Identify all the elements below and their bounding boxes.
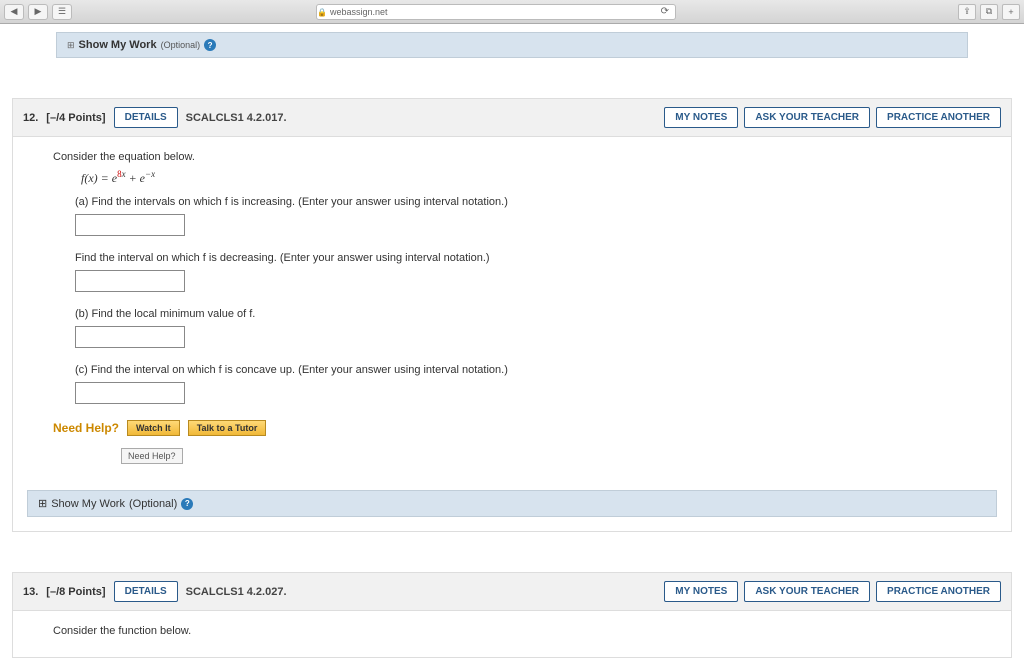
question-intro: Consider the equation below.: [53, 151, 997, 163]
practice-another-button[interactable]: PRACTICE ANOTHER: [876, 107, 1001, 128]
back-button[interactable]: ◀: [4, 4, 24, 20]
practice-another-button[interactable]: PRACTICE ANOTHER: [876, 581, 1001, 602]
show-work-optional: (Optional): [129, 498, 177, 510]
part-a2: Find the interval on which f is decreasi…: [75, 252, 997, 292]
question-points: [–/4 Points]: [46, 112, 105, 124]
sidebar-button[interactable]: ☰: [52, 4, 72, 20]
forward-button[interactable]: ▶: [28, 4, 48, 20]
talk-tutor-button[interactable]: Talk to a Tutor: [188, 420, 267, 436]
question-number: 12.: [23, 112, 38, 124]
need-help-row: Need Help? Watch It Talk to a Tutor: [53, 420, 997, 436]
ask-teacher-button[interactable]: ASK YOUR TEACHER: [744, 107, 870, 128]
need-help-label: Need Help?: [53, 421, 119, 435]
equation: f(x) = e8x + e−x: [81, 169, 997, 186]
show-my-work-bar-q12[interactable]: ⊞ Show My Work (Optional) ?: [27, 490, 997, 517]
help-icon[interactable]: ?: [204, 39, 216, 51]
question-ref: SCALCLS1 4.2.017.: [186, 112, 287, 124]
help-icon[interactable]: ?: [181, 498, 193, 510]
details-button[interactable]: DETAILS: [114, 581, 178, 602]
lock-icon: [317, 7, 327, 17]
browser-toolbar: ◀ ▶ ☰ webassign.net ⇪ ⧉ +: [0, 0, 1024, 24]
part-b-text: (b) Find the local minimum value of f.: [75, 308, 255, 320]
ask-teacher-button[interactable]: ASK YOUR TEACHER: [744, 581, 870, 602]
expand-icon: ⊞: [38, 497, 47, 510]
question-header: 13. [–/8 Points] DETAILS SCALCLS1 4.2.02…: [13, 573, 1011, 611]
url-bar[interactable]: webassign.net: [316, 4, 676, 20]
show-my-work-bar-top[interactable]: ⊞ Show My Work (Optional) ?: [56, 32, 968, 58]
part-b: (b) Find the local minimum value of f.: [75, 308, 997, 348]
my-notes-button[interactable]: MY NOTES: [664, 107, 738, 128]
answer-input-c[interactable]: [75, 382, 185, 404]
question-header: 12. [–/4 Points] DETAILS SCALCLS1 4.2.01…: [13, 99, 1011, 137]
question-body: Consider the function below.: [13, 611, 1011, 657]
tabs-icon[interactable]: ⧉: [980, 4, 998, 20]
share-icon[interactable]: ⇪: [958, 4, 976, 20]
question-12: 12. [–/4 Points] DETAILS SCALCLS1 4.2.01…: [12, 98, 1012, 532]
question-number: 13.: [23, 586, 38, 598]
watch-it-button[interactable]: Watch It: [127, 420, 180, 436]
part-c-text: (c) Find the interval on which f is conc…: [75, 364, 508, 376]
reload-icon[interactable]: [661, 6, 669, 17]
url-text: webassign.net: [330, 7, 388, 17]
expand-icon: ⊞: [67, 40, 75, 51]
need-help-tooltip: Need Help?: [121, 448, 183, 464]
part-a2-text: Find the interval on which f is decreasi…: [75, 252, 490, 264]
question-13: 13. [–/8 Points] DETAILS SCALCLS1 4.2.02…: [12, 572, 1012, 658]
details-button[interactable]: DETAILS: [114, 107, 178, 128]
part-a: (a) Find the intervals on which f is inc…: [75, 196, 997, 236]
show-work-label: Show My Work: [79, 39, 157, 51]
question-intro: Consider the function below.: [53, 625, 997, 637]
answer-input-a2[interactable]: [75, 270, 185, 292]
question-points: [–/8 Points]: [46, 586, 105, 598]
question-body: Consider the equation below. f(x) = e8x …: [13, 137, 1011, 478]
show-work-optional: (Optional): [161, 40, 201, 50]
answer-input-a1[interactable]: [75, 214, 185, 236]
question-ref: SCALCLS1 4.2.027.: [186, 586, 287, 598]
part-c: (c) Find the interval on which f is conc…: [75, 364, 997, 404]
part-a-text: (a) Find the intervals on which f is inc…: [75, 196, 508, 208]
my-notes-button[interactable]: MY NOTES: [664, 581, 738, 602]
show-work-label: Show My Work: [51, 498, 125, 510]
answer-input-b[interactable]: [75, 326, 185, 348]
add-tab-icon[interactable]: +: [1002, 4, 1020, 20]
